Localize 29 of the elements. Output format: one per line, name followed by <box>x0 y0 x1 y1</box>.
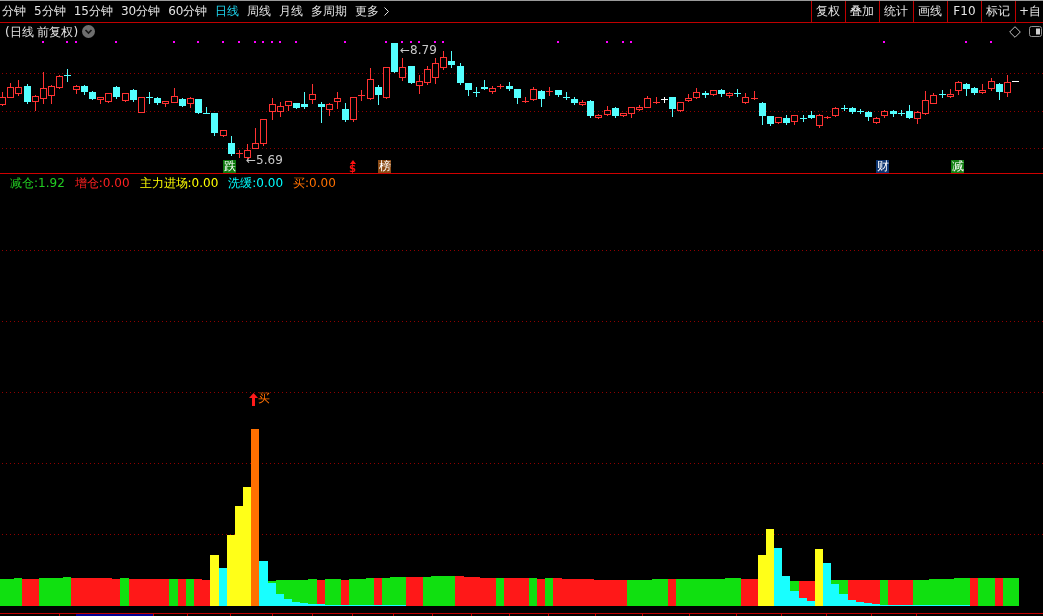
legend-item: 洗缓:0.00 <box>228 175 284 190</box>
toolbar-button[interactable]: 复权 <box>810 1 845 22</box>
toolbar-button[interactable]: 画线 <box>912 1 947 22</box>
period-tab[interactable]: 多周期 <box>307 1 352 22</box>
legend-item: 主力进场:0.00 <box>139 175 219 190</box>
period-tab[interactable]: 5分钟 <box>30 1 70 22</box>
period-tab[interactable]: 30分钟 <box>116 1 165 22</box>
toolbar-button[interactable]: 统计 <box>878 1 913 22</box>
period-tab[interactable]: 15分钟 <box>69 1 117 22</box>
period-tab[interactable]: 日线 <box>211 1 244 22</box>
legend-item: 买:0.00 <box>293 175 336 190</box>
period-tab[interactable]: 分钟 <box>0 1 30 22</box>
chart-title: (日线 前复权) <box>5 24 79 39</box>
toolbar-button[interactable]: 标记 <box>980 1 1015 22</box>
toolbar-button[interactable]: 叠加 <box>844 1 879 22</box>
period-tab[interactable]: 周线 <box>243 1 276 22</box>
chevron-down-icon[interactable] <box>82 25 96 38</box>
period-tab[interactable]: 60分钟 <box>164 1 212 22</box>
diamond-icon[interactable] <box>1009 25 1021 38</box>
toolbar-button[interactable]: +自 <box>1014 1 1043 22</box>
panel-toggle-icon[interactable] <box>1029 26 1042 37</box>
period-tab[interactable]: 月线 <box>275 1 308 22</box>
signal-label: 买 <box>258 392 270 405</box>
legend-item: 减仓:1.92 <box>10 175 65 190</box>
more-menu-button[interactable]: 更多 <box>351 1 394 22</box>
chevron-right-icon <box>384 7 390 16</box>
legend-item: 增仓:0.00 <box>74 175 130 190</box>
toolbar-button[interactable]: F10 <box>946 1 981 22</box>
up-arrow-icon <box>249 393 258 406</box>
